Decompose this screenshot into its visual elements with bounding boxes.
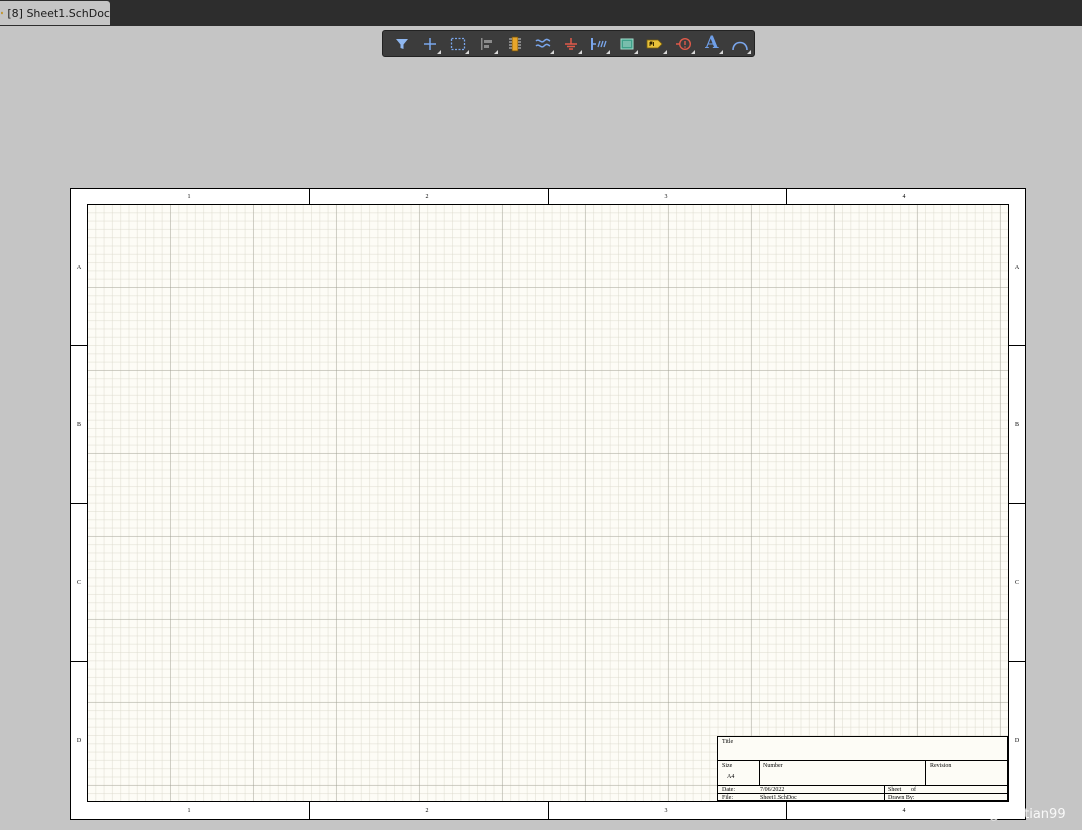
zone-row-label: B xyxy=(76,422,81,428)
of-label: of xyxy=(911,787,916,793)
zone-divider xyxy=(1009,503,1025,504)
zone-row-label: A xyxy=(76,265,82,271)
size-label: Size xyxy=(722,763,733,769)
title-label: Title xyxy=(722,739,734,745)
title-block-rule xyxy=(925,760,926,785)
zone-divider xyxy=(71,345,87,346)
zone-column-label: 2 xyxy=(425,808,429,814)
zone-row-label: C xyxy=(1014,580,1019,586)
zone-column-label: 1 xyxy=(187,808,191,814)
zone-column-label: 3 xyxy=(664,808,668,814)
zone-column-label: 4 xyxy=(902,808,906,814)
zone-row-label: D xyxy=(76,738,82,744)
file-label: File: xyxy=(722,795,734,801)
zone-column-label: 3 xyxy=(664,194,668,200)
zone-divider xyxy=(786,189,787,204)
title-block-rule xyxy=(718,760,1007,761)
date-value: 7/06/2022 xyxy=(760,787,785,793)
drawn-by-label: Drawn By: xyxy=(888,795,915,801)
number-label: Number xyxy=(763,763,783,769)
zone-column-label: 2 xyxy=(425,194,429,200)
zone-column-label: 4 xyxy=(902,194,906,200)
zone-divider xyxy=(309,802,310,819)
zone-row-label: D xyxy=(1014,738,1020,744)
zone-row-label: A xyxy=(1014,265,1020,271)
size-value: A4 xyxy=(727,774,735,780)
zone-divider xyxy=(71,661,87,662)
file-value: Sheet1.SchDoc xyxy=(760,795,797,801)
zone-column-label: 1 xyxy=(187,194,191,200)
zone-row-label: C xyxy=(76,580,81,586)
title-block-rule xyxy=(884,785,885,801)
sheet-label: Sheet xyxy=(888,787,902,793)
schematic-canvas[interactable]: 1 2 3 4 1 2 3 4 A B C D A B C D Title Si… xyxy=(0,0,1082,830)
zone-divider xyxy=(786,802,787,819)
zone-divider xyxy=(1009,661,1025,662)
date-label: Date: xyxy=(722,787,735,793)
title-block[interactable]: Title Size A4 Number Revision Date: 7/06… xyxy=(717,736,1008,801)
title-block-rule xyxy=(718,785,1007,786)
title-block-rule xyxy=(718,793,1007,794)
zone-divider xyxy=(71,503,87,504)
csdn-watermark: CSDN @xuetian99 xyxy=(946,807,1066,822)
title-block-rule xyxy=(759,760,760,785)
zone-divider xyxy=(548,189,549,204)
zone-divider xyxy=(1009,345,1025,346)
zone-divider xyxy=(548,802,549,819)
revision-label: Revision xyxy=(930,763,952,769)
zone-row-label: B xyxy=(1014,422,1019,428)
zone-divider xyxy=(309,189,310,204)
drawing-grid[interactable] xyxy=(87,204,1009,802)
